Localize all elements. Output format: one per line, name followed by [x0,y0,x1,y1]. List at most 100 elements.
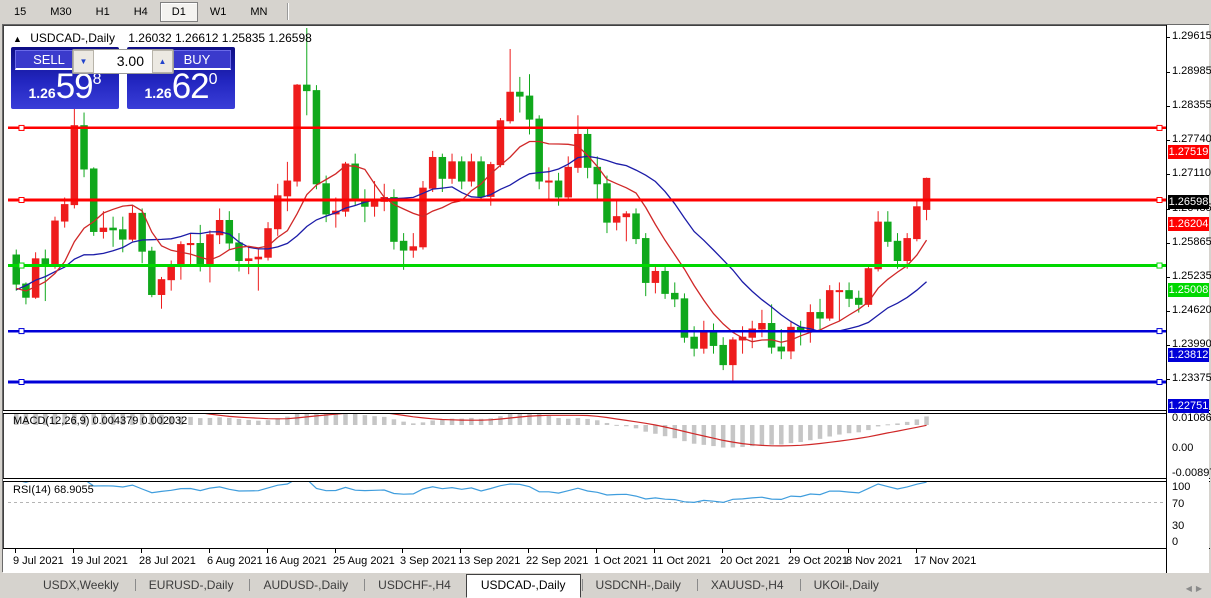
timeframe-button-D1[interactable]: D1 [159,1,198,22]
candle [186,233,195,266]
tab-usdx-weekly[interactable]: USDX,Weekly [28,574,134,598]
line-anchor-marker[interactable] [1156,328,1163,335]
macd-histogram-bar [440,419,445,425]
tab-scroll-arrows[interactable]: ◀▶ [1186,584,1206,593]
candle [700,320,708,354]
candle [913,200,921,242]
tab-scroll-left-icon[interactable]: ◀ [1186,584,1196,593]
candle [148,246,156,298]
macd-histogram-bar [749,425,755,447]
date-label: 19 Jul 2021 [71,555,128,567]
level-price-badge: 1.25008 [1168,282,1209,297]
tab-usdcad-daily[interactable]: USDCAD-,Daily [465,574,581,598]
price-tick-mark [1167,71,1170,73]
line-anchor-marker[interactable] [18,379,25,385]
date-tick-mark [916,549,917,553]
tab-audusd-daily[interactable]: AUDUSD-,Daily [248,574,363,598]
timeframe-button-H1[interactable]: H1 [84,2,122,22]
price-tick-mark [1167,310,1170,312]
macd-histogram-bar [236,419,242,425]
candle [709,323,718,354]
macd-histogram-bar [788,425,794,444]
price-tick: 1.25235 [1172,270,1211,283]
macd-histogram-bar [904,421,910,425]
line-anchor-marker[interactable] [1156,262,1163,269]
macd-histogram-bar [837,425,842,435]
date-axis[interactable]: 9 Jul 2021 19 Jul 2021 28 Jul 2021 6 Aug 20… [3,549,1166,573]
candle [825,285,834,321]
price-tick-mark [1167,139,1170,141]
candle [361,189,369,223]
macd-histogram-bar [653,425,658,434]
macd-histogram-bar [197,418,203,425]
line-anchor-marker[interactable] [18,262,25,269]
rsi-axis-tick: 0 [1172,536,1179,548]
timeframe-button-H4[interactable]: H4 [122,2,160,22]
candle [603,175,611,234]
current-price-badge: 1.26598 [1168,195,1209,210]
volume-decrease-icon[interactable]: ▼ [73,50,94,73]
candle [89,167,98,236]
candle [351,153,359,206]
macd-histogram-bar [546,415,552,425]
macd-histogram-bar [682,425,687,442]
candle [254,249,263,291]
candle [177,241,185,280]
candle [428,150,437,192]
price-axis[interactable]: 1.296151.289851.283551.277401.271101.264… [1166,25,1211,573]
macd-histogram-bar [565,418,571,425]
line-anchor-marker[interactable] [18,197,25,203]
tab-ukoil-daily[interactable]: UKOil-,Daily [799,574,894,598]
volume-spinner: ▼ 3.00 ▲ [72,49,174,74]
line-anchor-marker[interactable] [1156,124,1163,131]
price-tick: 1.29615 [1172,30,1211,43]
macd-histogram-bar [720,425,726,448]
ohlc-values: 1.26032 1.26612 1.25835 1.26598 [128,31,312,45]
date-label: 13 Sep 2021 [458,555,521,567]
tab-xauusd-h4[interactable]: XAUUSD-,H4 [696,574,799,598]
price-tick: 1.27740 [1172,132,1211,145]
date-label: 3 Sep 2021 [400,555,457,567]
tab-eurusd-daily[interactable]: EURUSD-,Daily [134,574,249,598]
date-label: 20 Oct 2021 [720,555,780,567]
macd-axis-tick: 0.00 [1172,442,1194,454]
price-tick: 1.25865 [1172,235,1211,248]
tab-usdcnh-daily[interactable]: USDCNH-,Daily [581,574,696,598]
macd-histogram-bar [381,416,387,425]
line-anchor-marker[interactable] [18,124,25,131]
volume-increase-icon[interactable]: ▲ [152,50,173,73]
candle [835,282,844,321]
candle [244,246,253,275]
tab-scroll-right-icon[interactable]: ▶ [1196,584,1206,593]
macd-histogram-bar [256,420,261,425]
date-label: 29 Oct 2021 [788,555,848,567]
line-anchor-marker[interactable] [18,328,25,335]
tab-usdchf-h4[interactable]: USDCHF-,H4 [363,574,466,598]
collapse-trade-panel-icon[interactable]: ▲ [13,34,22,44]
macd-histogram-bar [643,425,648,432]
candle [535,115,543,190]
macd-histogram-bar [304,414,310,425]
date-label: 11 Oct 2021 [652,555,712,567]
chart-window: ▲ USDCAD-,Daily 1.26032 1.26612 1.25835 … [2,24,1211,573]
macd-histogram-bar [411,423,416,425]
volume-input[interactable]: 3.00 [94,50,152,73]
date-label: 16 Aug 2021 [265,555,327,567]
rsi-pane[interactable] [8,482,1166,548]
timeframe-button-M30[interactable]: M30 [38,2,83,22]
date-label: 28 Jul 2021 [139,555,196,567]
timeframe-button-MN[interactable]: MN [238,2,279,22]
timeframe-button-15[interactable]: 15 [2,2,38,22]
macd-histogram-bar [769,425,774,445]
candle [816,298,824,332]
timeframe-button-W1[interactable]: W1 [198,2,239,22]
candle [31,252,40,299]
macd-histogram-bar [633,425,639,429]
candle [719,337,727,371]
macd-histogram-bar [207,417,213,425]
candle [729,337,737,383]
timeframe-toolbar: 15 M30 H1 H4 D1 W1 MN [0,0,1211,23]
candle [60,197,69,228]
line-anchor-marker[interactable] [1156,379,1163,385]
line-anchor-marker[interactable] [1156,197,1163,203]
